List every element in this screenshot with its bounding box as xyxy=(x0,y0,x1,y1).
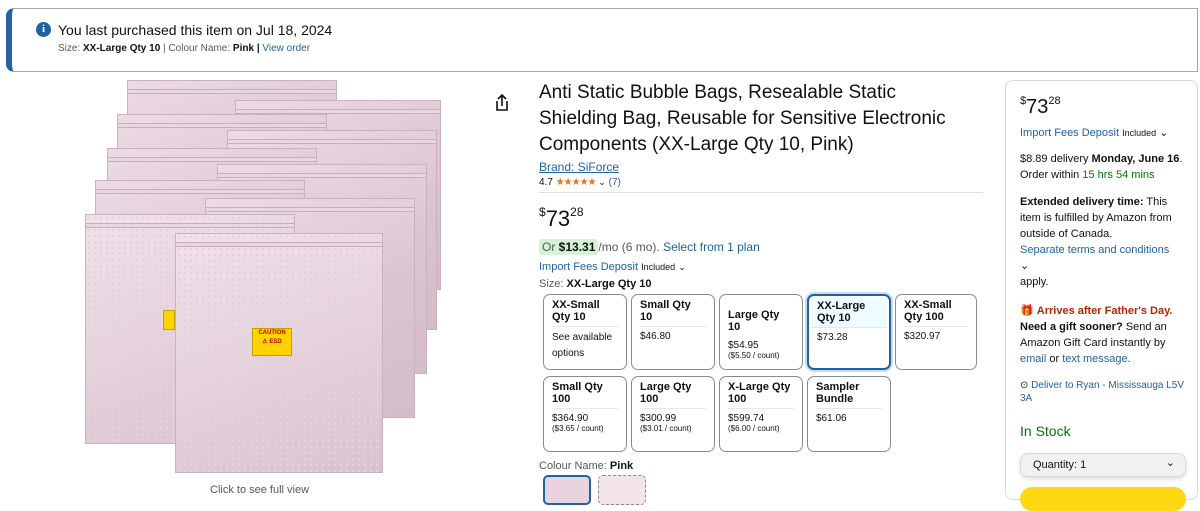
size-option-name: Small Qty 100 xyxy=(552,381,618,409)
import-fees-link[interactable]: Import Fees Deposit xyxy=(1020,127,1119,139)
brand-link[interactable]: Brand: SiForce xyxy=(539,160,619,174)
size-option-price: $364.90 xyxy=(552,413,589,424)
last-purchased-banner: i You last purchased this item on Jul 18… xyxy=(6,8,1198,72)
select-plan-link[interactable]: Select from 1 plan xyxy=(663,240,760,254)
size-option-price: $46.80 xyxy=(640,331,671,342)
stock-status: In Stock xyxy=(1020,423,1071,439)
click-full-view-link[interactable]: Click to see full view xyxy=(210,484,309,496)
chevron-down-icon: ⌄ xyxy=(1165,457,1175,469)
text-message-link[interactable]: text message xyxy=(1062,353,1127,365)
size-option-unit-price: ($5.50 / count) xyxy=(728,351,780,360)
email-link[interactable]: email xyxy=(1020,353,1046,365)
deliver-to-link[interactable]: ⊙ Deliver to Ryan - Mississauga L5V 3A xyxy=(1020,379,1188,405)
size-option[interactable]: Large Qty 10 $54.95 ($5.50 / count) xyxy=(719,294,803,370)
rating-count-link[interactable]: (7) xyxy=(609,177,621,188)
size-option-name: XX-Large Qty 10 xyxy=(811,298,887,328)
product-price: $7328 xyxy=(539,205,584,231)
banner-subtitle: Size: XX-Large Qty 10 | Colour Name: Pin… xyxy=(58,43,311,54)
size-option-name: XX-Small Qty 100 xyxy=(904,299,968,327)
caution-label-icon xyxy=(163,310,175,330)
size-option[interactable]: Sampler Bundle $61.06 xyxy=(807,376,891,452)
quantity-select[interactable]: Quantity: 1 ⌄ xyxy=(1020,453,1186,477)
extended-delivery: Extended delivery time: This item is ful… xyxy=(1020,196,1172,288)
info-icon: i xyxy=(36,22,51,37)
size-option-name: Sampler Bundle xyxy=(816,381,882,409)
banner-title: You last purchased this item on Jul 18, … xyxy=(58,22,333,38)
size-option[interactable]: X-Large Qty 100 $599.74 ($6.00 / count) xyxy=(719,376,803,452)
location-pin-icon: ⊙ xyxy=(1020,380,1029,391)
gift-icon: 🎁 xyxy=(1020,305,1034,317)
size-option-name: X-Large Qty 100 xyxy=(728,381,794,409)
size-option-price: $54.95 xyxy=(728,340,759,351)
delivery-info: $8.89 delivery Monday, June 16. Order wi… xyxy=(1020,153,1183,181)
size-option[interactable]: Small Qty 10 $46.80 xyxy=(631,294,715,370)
colour-swatch-pink[interactable] xyxy=(543,475,591,505)
gift-notice: 🎁 Arrives after Father's Day. Need a gift… xyxy=(1020,305,1173,365)
caution-label-icon: CAUTION ⚠ ESD xyxy=(252,328,292,356)
size-option-price: $73.28 xyxy=(817,332,848,343)
size-option-name: Large Qty 10 xyxy=(728,309,780,333)
product-image[interactable]: CAUTION ⚠ ESD xyxy=(55,78,465,490)
size-option-unit-price: ($3.01 / count) xyxy=(640,424,692,433)
view-order-link[interactable]: View order xyxy=(262,43,310,54)
rating[interactable]: 4.7 ★★★★★ ⌄ (7) xyxy=(539,177,621,188)
colour-swatch[interactable] xyxy=(598,475,646,505)
size-option-price: $300.99 xyxy=(640,413,677,424)
size-option[interactable]: XX-Small Qty 100 $320.97 xyxy=(895,294,977,370)
size-option-name: Small Qty 10 xyxy=(640,299,706,327)
size-option[interactable]: XX-Small Qty 10 See available options xyxy=(543,294,627,370)
size-option-price: $599.74 xyxy=(728,413,765,424)
size-option-unit-price: ($3.65 / count) xyxy=(552,424,604,433)
divider xyxy=(539,192,983,193)
size-option-name: XX-Small Qty 10 xyxy=(552,299,618,327)
size-option[interactable]: XX-Large Qty 10 $73.28 xyxy=(807,294,891,370)
share-icon[interactable] xyxy=(492,93,512,113)
terms-link[interactable]: Separate terms and conditions xyxy=(1020,244,1169,256)
chevron-down-icon: ⌄ xyxy=(598,177,606,187)
colour-selection: Colour Name: Pink xyxy=(539,460,634,472)
import-fees-link[interactable]: Import Fees Deposit Included ⌄ xyxy=(539,261,686,273)
size-option-note: See available options xyxy=(552,332,613,359)
chevron-down-icon[interactable]: ⌄ xyxy=(1159,127,1168,139)
size-option[interactable]: Large Qty 100 $300.99 ($3.01 / count) xyxy=(631,376,715,452)
size-selection: Size: XX-Large Qty 10 xyxy=(539,278,652,290)
monthly-payment: Or $13.31/mo (6 mo). Select from 1 plan xyxy=(539,239,760,255)
buybox-price: $7328 xyxy=(1020,95,1061,118)
chevron-down-icon[interactable]: ⌄ xyxy=(1020,260,1029,272)
product-title: Anti Static Bubble Bags, Resealable Stat… xyxy=(539,82,946,155)
add-to-cart-button[interactable] xyxy=(1020,487,1186,511)
size-option-price: $320.97 xyxy=(904,331,941,342)
size-option-name: Large Qty 100 xyxy=(640,381,706,409)
chevron-down-icon: ⌄ xyxy=(678,262,686,272)
size-option-price: $61.06 xyxy=(816,413,847,424)
size-option[interactable]: Small Qty 100 $364.90 ($3.65 / count) xyxy=(543,376,627,452)
buy-box: $7328 Import Fees Deposit Included ⌄ $8.… xyxy=(1005,80,1198,511)
star-rating-icon: ★★★★★ xyxy=(555,177,597,188)
size-option-unit-price: ($6.00 / count) xyxy=(728,424,780,433)
